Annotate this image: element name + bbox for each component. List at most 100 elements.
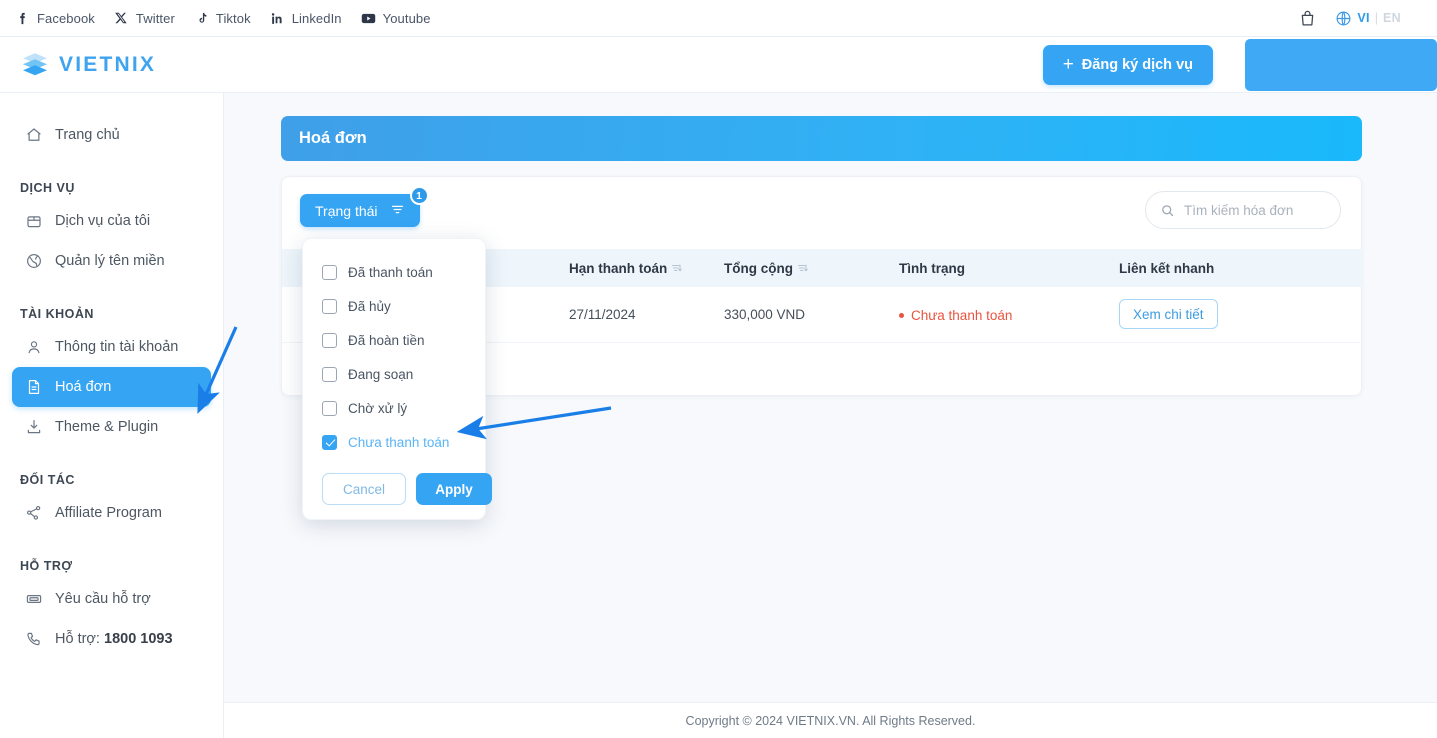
table-header-label: Tình trạng xyxy=(899,261,965,276)
facebook-icon xyxy=(14,10,31,27)
social-link-linkedin[interactable]: LinkedIn xyxy=(269,10,342,27)
filter-option-label: Đang soạn xyxy=(348,367,413,382)
status-filter-button[interactable]: Trạng thái 1 xyxy=(300,194,420,227)
social-links: Facebook Twitter Tiktok LinkedIn xyxy=(14,10,431,27)
sidebar-item-affiliate-program[interactable]: Affiliate Program xyxy=(12,493,211,533)
status-text: Chưa thanh toán xyxy=(911,308,1012,323)
checkbox-icon[interactable] xyxy=(322,333,337,348)
sidebar-item-hoa-don[interactable]: Hoá đơn xyxy=(12,367,211,407)
checkbox-icon[interactable] xyxy=(322,367,337,382)
table-header-cell-lien-ket-nhanh: Liên kết nhanh xyxy=(1117,249,1363,287)
social-label: Youtube xyxy=(383,11,431,26)
tiktok-icon xyxy=(193,10,210,27)
status-dot-icon xyxy=(899,313,904,318)
checkbox-icon[interactable] xyxy=(322,435,337,450)
share-icon xyxy=(24,504,43,523)
page-title-banner: Hoá đơn xyxy=(281,116,1362,161)
header-actions: + Đăng ký dịch vụ xyxy=(1043,37,1437,93)
sidebar-group-services: DỊCH VỤ xyxy=(0,181,223,195)
cell-quick-link: Xem chi tiết xyxy=(1117,287,1363,342)
cell-total: 330,000 VND xyxy=(722,287,897,342)
sidebar-item-yeu-cau-ho-tro[interactable]: Yêu cầu hỗ trợ xyxy=(12,579,211,619)
checkbox-icon[interactable] xyxy=(322,265,337,280)
checkbox-icon[interactable] xyxy=(322,401,337,416)
sort-icon[interactable] xyxy=(670,262,682,274)
language-en[interactable]: EN xyxy=(1383,11,1401,25)
sidebar-item-label: Hỗ trợ: 1800 1093 xyxy=(55,631,173,647)
ticket-icon xyxy=(24,590,43,609)
social-link-facebook[interactable]: Facebook xyxy=(14,10,95,27)
filter-option-da-huy[interactable]: Đã hủy xyxy=(303,289,485,323)
header-account-block[interactable] xyxy=(1245,39,1437,91)
filter-option-dang-soan[interactable]: Đang soạn xyxy=(303,357,485,391)
register-service-button[interactable]: + Đăng ký dịch vụ xyxy=(1043,45,1213,85)
sort-icon[interactable] xyxy=(796,262,808,274)
home-icon xyxy=(24,126,43,145)
filter-option-da-hoan-tien[interactable]: Đã hoàn tiền xyxy=(303,323,485,357)
table-header-cell-tong-cong[interactable]: Tổng cộng xyxy=(722,249,897,287)
social-topbar: Facebook Twitter Tiktok LinkedIn xyxy=(0,0,1437,37)
filter-icon xyxy=(390,202,405,220)
shopping-bag-icon[interactable] xyxy=(1298,9,1317,28)
youtube-icon xyxy=(360,10,377,27)
hotline-label: Hỗ trợ: xyxy=(55,631,100,647)
language-vi[interactable]: VI xyxy=(1357,11,1369,25)
sidebar-item-label: Trang chủ xyxy=(55,127,120,143)
plus-icon: + xyxy=(1063,55,1074,74)
status-badge: Chưa thanh toán xyxy=(899,308,1012,323)
dropdown-actions: Cancel Apply xyxy=(303,459,485,505)
hotline-number: 1800 1093 xyxy=(104,631,173,647)
sidebar-item-label: Quản lý tên miền xyxy=(55,253,165,269)
sidebar-item-quan-ly-ten-mien[interactable]: Quản lý tên miền xyxy=(12,241,211,281)
sidebar-item-label: Thông tin tài khoản xyxy=(55,339,178,355)
sidebar-item-thong-tin-tai-khoan[interactable]: Thông tin tài khoản xyxy=(12,327,211,367)
brand-name: VIETNIX xyxy=(59,53,156,77)
language-separator: | xyxy=(1375,11,1378,25)
language-switcher[interactable]: VI | EN xyxy=(1335,10,1401,27)
app-header: VIETNIX + Đăng ký dịch vụ xyxy=(0,37,1437,93)
table-header-cell-tinh-trang: Tình trạng xyxy=(897,249,1117,287)
box-icon xyxy=(24,212,43,231)
cell-due-date: 27/11/2024 xyxy=(567,287,722,342)
social-label: Facebook xyxy=(37,11,95,26)
checkbox-icon[interactable] xyxy=(322,299,337,314)
status-filter-dropdown: Đã thanh toán Đã hủy Đã hoàn tiền Đang s… xyxy=(302,238,486,520)
social-label: Twitter xyxy=(136,11,175,26)
table-header-cell-han-thanh-toan[interactable]: Hạn thanh toán xyxy=(567,249,722,287)
view-detail-button[interactable]: Xem chi tiết xyxy=(1119,299,1218,329)
search-input[interactable] xyxy=(1184,203,1324,218)
sidebar-nav: Trang chủ DỊCH VỤ Dịch vụ của tôi Quản l… xyxy=(0,93,224,738)
social-link-tiktok[interactable]: Tiktok xyxy=(193,10,251,27)
sidebar-item-hotline[interactable]: Hỗ trợ: 1800 1093 xyxy=(12,619,211,659)
filter-option-label: Đã thanh toán xyxy=(348,265,433,280)
twitter-x-icon xyxy=(113,10,130,27)
sidebar-group-account: TÀI KHOẢN xyxy=(0,307,223,321)
sidebar-item-dich-vu-cua-toi[interactable]: Dịch vụ của tôi xyxy=(12,201,211,241)
status-filter-badge: 1 xyxy=(410,186,429,205)
page-footer: Copyright © 2024 VIETNIX.VN. All Rights … xyxy=(224,702,1437,738)
brand-logo[interactable]: VIETNIX xyxy=(0,50,156,80)
social-link-twitter[interactable]: Twitter xyxy=(113,10,175,27)
social-label: LinkedIn xyxy=(292,11,342,26)
sidebar-group-partner: ĐỐI TÁC xyxy=(0,473,223,487)
social-link-youtube[interactable]: Youtube xyxy=(360,10,431,27)
sidebar-item-label: Theme & Plugin xyxy=(55,419,158,435)
linkedin-icon xyxy=(269,10,286,27)
apply-button[interactable]: Apply xyxy=(416,473,492,505)
sidebar-item-label: Dịch vụ của tôi xyxy=(55,213,150,229)
app-root: Facebook Twitter Tiktok LinkedIn xyxy=(0,0,1437,738)
phone-icon xyxy=(24,630,43,649)
filter-option-label: Chưa thanh toán xyxy=(348,435,449,450)
sidebar-item-theme-plugin[interactable]: Theme & Plugin xyxy=(12,407,211,447)
filter-option-chua-thanh-toan[interactable]: Chưa thanh toán xyxy=(303,425,485,459)
filter-option-da-thanh-toan[interactable]: Đã thanh toán xyxy=(303,255,485,289)
table-header-label: Tổng cộng xyxy=(724,261,793,276)
main-content: Hoá đơn Trạng thái 1 xyxy=(224,93,1437,738)
filter-option-cho-xu-ly[interactable]: Chờ xử lý xyxy=(303,391,485,425)
search-invoice-box[interactable] xyxy=(1145,191,1341,229)
sidebar-item-trang-chu[interactable]: Trang chủ xyxy=(12,115,211,155)
vietnix-layers-icon xyxy=(20,50,50,80)
cancel-button[interactable]: Cancel xyxy=(322,473,406,505)
copyright-text: Copyright © 2024 VIETNIX.VN. All Rights … xyxy=(686,714,976,728)
table-header-label: Liên kết nhanh xyxy=(1119,261,1214,276)
